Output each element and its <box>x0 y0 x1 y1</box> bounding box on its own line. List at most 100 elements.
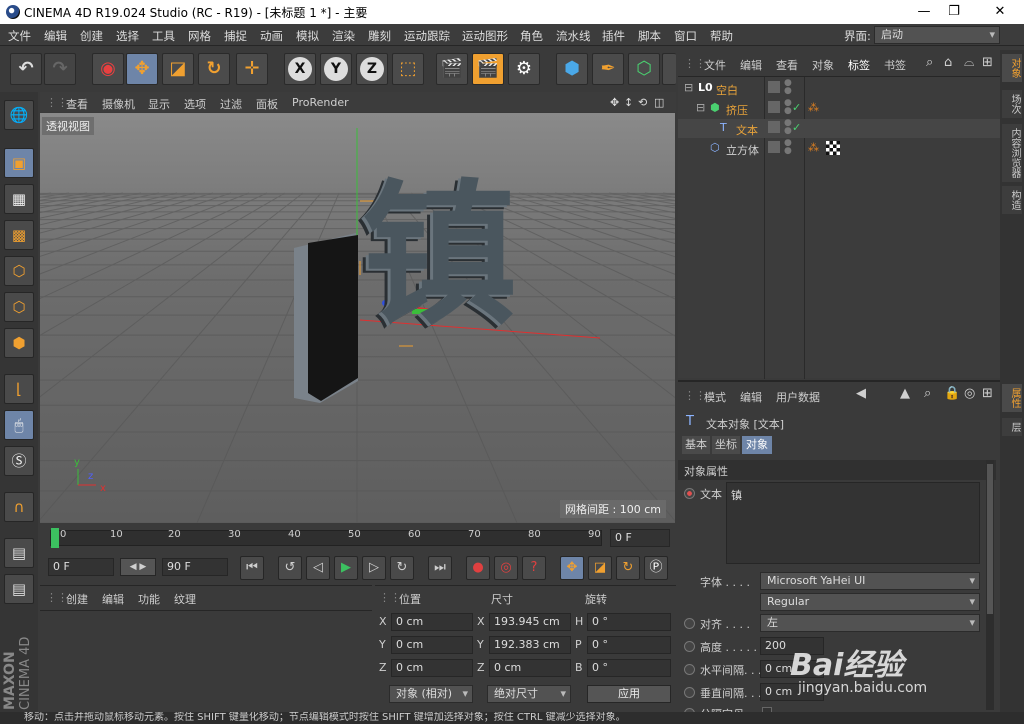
size-z-field[interactable]: 0 cm <box>489 659 571 677</box>
go-to-start-button[interactable]: ⏮ <box>240 556 264 580</box>
menu-file[interactable]: 文件 <box>8 28 31 44</box>
tree-row-extrude[interactable]: ⊟ ⬢ 挤压 ● ● ✓ ⁂ <box>678 99 1000 118</box>
menu-plugins[interactable]: 插件 <box>602 28 625 44</box>
play-button[interactable]: ▶ <box>334 556 358 580</box>
menu-simulate[interactable]: 模拟 <box>296 28 319 44</box>
phong-tag-icon-2[interactable]: ⁂ <box>808 141 819 154</box>
tab-content-browser[interactable]: 内容浏览器 <box>1002 124 1022 182</box>
object-menu-view[interactable]: 查看 <box>776 57 798 73</box>
material-menu-create[interactable]: 创建 <box>66 591 88 607</box>
solo-button[interactable]: Ⓢ <box>4 446 34 476</box>
attr-menu-edit[interactable]: 编辑 <box>740 389 762 405</box>
tab-structure[interactable]: 构造 <box>1002 186 1022 214</box>
object-layer-icon[interactable]: ⌓ <box>964 55 974 70</box>
attr-settings-icon[interactable]: ◎ <box>964 386 975 401</box>
font-style-dropdown[interactable]: Regular <box>760 593 980 611</box>
tab-objects[interactable]: 对象 <box>1002 54 1022 82</box>
live-select-button[interactable]: ◉ <box>92 53 124 85</box>
prev-key-button[interactable]: ↺ <box>278 556 302 580</box>
workplane-button[interactable]: ▩ <box>4 220 34 250</box>
tweak-mode-button[interactable]: 🖱 <box>4 410 34 440</box>
menu-edit[interactable]: 编辑 <box>44 28 67 44</box>
z-axis-button[interactable]: Z <box>356 53 388 85</box>
coordinate-system-button[interactable]: ⬚ <box>392 53 424 85</box>
menu-render[interactable]: 渲染 <box>332 28 355 44</box>
layer-swatch-2[interactable] <box>768 101 780 113</box>
size-y-field[interactable]: 192.383 cm <box>489 636 571 654</box>
align-radio[interactable] <box>684 618 695 629</box>
menu-character[interactable]: 角色 <box>520 28 543 44</box>
deformer-button[interactable] <box>662 53 676 85</box>
polygons-mode-button[interactable]: ⬢ <box>4 328 34 358</box>
menu-create[interactable]: 创建 <box>80 28 103 44</box>
x-axis-button[interactable]: X <box>284 53 316 85</box>
size-mode-dropdown[interactable]: 绝对尺寸 <box>487 685 571 703</box>
visibility-dots[interactable]: ● ● <box>784 79 792 96</box>
apply-button[interactable]: 应用 <box>587 685 671 703</box>
attr-tab-object[interactable]: 对象 <box>742 436 772 454</box>
object-menu-edit[interactable]: 编辑 <box>740 57 762 73</box>
enabled-check-icon-2[interactable]: ✓ <box>792 121 801 134</box>
visibility-dots-3[interactable]: ● ● <box>784 119 792 136</box>
menu-sculpt[interactable]: 雕刻 <box>368 28 391 44</box>
hspace-radio[interactable] <box>684 664 695 675</box>
menu-tools[interactable]: 工具 <box>152 28 175 44</box>
texture-mode-button[interactable]: ▦ <box>4 184 34 214</box>
object-menu-objects[interactable]: 对象 <box>812 57 834 73</box>
attr-scrollbar[interactable] <box>986 460 994 710</box>
attr-scrollbar-thumb[interactable] <box>987 464 993 614</box>
viewport-menu-filter[interactable]: 过滤 <box>220 96 242 112</box>
key-scale-button[interactable]: ◪ <box>588 556 612 580</box>
menu-motion-tracking[interactable]: 运动跟踪 <box>404 28 450 44</box>
viewport-menu-display[interactable]: 显示 <box>148 96 170 112</box>
start-frame-field[interactable]: 0 F <box>48 558 114 576</box>
scale-tool-button[interactable]: ◪ <box>162 53 194 85</box>
text-input-area[interactable]: 镇 <box>726 482 980 564</box>
viewport-scene[interactable]: y z x <box>40 113 675 523</box>
layer-swatch-4[interactable] <box>768 141 780 153</box>
material-menu-function[interactable]: 功能 <box>138 591 160 607</box>
timeline-ruler[interactable]: 0 10 20 30 40 50 60 70 80 90 0 F <box>40 524 676 552</box>
maximize-button[interactable]: ❐ <box>934 2 974 22</box>
redo-button[interactable]: ↷ <box>44 53 76 85</box>
attr-back-icon[interactable]: ◀ <box>856 386 866 401</box>
pos-y-field[interactable]: 0 cm <box>391 636 473 654</box>
menu-script[interactable]: 脚本 <box>638 28 661 44</box>
font-dropdown[interactable]: Microsoft YaHei UI <box>760 572 980 590</box>
next-frame-button[interactable]: ▷ <box>362 556 386 580</box>
menu-window[interactable]: 窗口 <box>674 28 697 44</box>
axis-mode-button[interactable]: ⌊ <box>4 374 34 404</box>
tree-row-text[interactable]: T 文本 ● ● ✓ <box>678 119 1000 138</box>
object-menu-file[interactable]: 文件 <box>704 57 726 73</box>
attr-menu-userdata[interactable]: 用户数据 <box>776 389 820 405</box>
rot-p-field[interactable]: 0 ° <box>587 636 671 654</box>
tab-takes[interactable]: 场次 <box>1002 90 1022 118</box>
attr-tab-coord[interactable]: 坐标 <box>712 436 740 454</box>
attr-search-icon[interactable]: ⌕ <box>924 386 931 401</box>
autokey-button[interactable]: ◎ <box>494 556 518 580</box>
next-key-button[interactable]: ↻ <box>390 556 414 580</box>
material-menu-edit[interactable]: 编辑 <box>102 591 124 607</box>
edges-mode-button[interactable]: ⬡ <box>4 292 34 322</box>
model-mode-button[interactable]: ▣ <box>4 148 34 178</box>
close-button[interactable]: ✕ <box>980 2 1020 22</box>
viewport-menu-panel[interactable]: 面板 <box>256 96 278 112</box>
key-parameter-button[interactable]: Ⓟ <box>644 556 668 580</box>
undo-button[interactable]: ↶ <box>10 53 42 85</box>
menu-mesh[interactable]: 网格 <box>188 28 211 44</box>
y-axis-button[interactable]: Y <box>320 53 352 85</box>
perspective-viewport[interactable]: y z x 镇 透视视图 网格间距 : 100 cm <box>40 113 675 523</box>
rotate-tool-button[interactable]: ↻ <box>198 53 230 85</box>
menu-snap[interactable]: 捕捉 <box>224 28 247 44</box>
attr-lock-icon[interactable]: 🔒 <box>944 386 960 401</box>
workplane-lock-button[interactable]: ▤ <box>4 538 34 568</box>
keyframe-selection-button[interactable]: ? <box>522 556 546 580</box>
object-name-text[interactable]: 文本 <box>736 122 758 138</box>
subdivision-button[interactable]: ⬡ <box>628 53 660 85</box>
attr-up-icon[interactable]: ▲ <box>900 386 910 401</box>
end-frame-field[interactable]: 90 F <box>162 558 228 576</box>
viewport-zoom-icon[interactable]: ↕ <box>624 96 633 109</box>
material-menu-texture[interactable]: 纹理 <box>174 591 196 607</box>
rot-b-field[interactable]: 0 ° <box>587 659 671 677</box>
extruded-text-glyph[interactable]: 镇 <box>362 173 517 343</box>
